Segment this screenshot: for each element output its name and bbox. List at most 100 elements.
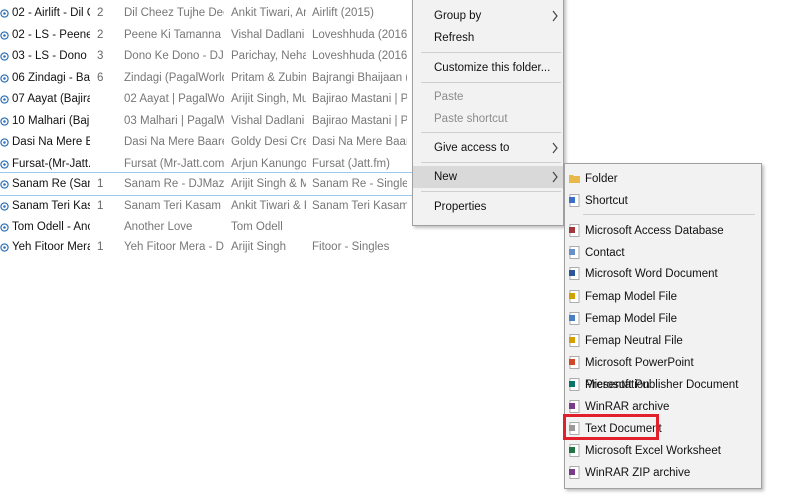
track-artist: Vishal Dadlani & Pal... (231, 29, 306, 41)
file-row[interactable]: Sanam Teri Kasam (... 1 Sanam Teri Kasam -… (0, 195, 420, 217)
track-title: Dil Cheez Tujhe Dedi - DJ... (124, 7, 224, 19)
track-number: 1 (97, 200, 104, 212)
track-album: Loveshhuda (2016) (312, 50, 407, 62)
track-album: Bajirao Mastani | Pag... (312, 115, 407, 127)
femap-model-icon (569, 290, 580, 303)
track-title: Dasi Na Mere Baare (DjPu... (124, 136, 224, 148)
file-row[interactable]: 07 Aayat (Bajirao M... 02 Aayat | PagalWo… (0, 88, 420, 110)
file-row[interactable]: Dasi Na Mere Baare... Dasi Na Mere Baare … (0, 131, 420, 153)
menu-separator (421, 162, 561, 163)
menu-item-new[interactable]: New (413, 166, 563, 188)
audio-file-icon (0, 201, 9, 211)
annotation-highlight-box (563, 414, 659, 440)
track-title: Yeh Fitoor Mera - DJMaza... (124, 241, 224, 253)
file-name-cell: 02 - Airlift - Dil Che... (0, 2, 90, 24)
track-album: Bajirao Mastani | Pag... (312, 93, 407, 105)
menu-item-label: Properties (434, 201, 487, 213)
track-title: 03 Malhari | PagalWorld.C (124, 115, 224, 127)
file-name: Sanam Teri Kasam (... (12, 200, 90, 212)
submenu-item-microsoft-excel-worksheet[interactable]: Microsoft Excel Worksheet (565, 440, 761, 462)
submenu-item-microsoft-access-database[interactable]: Microsoft Access Database (565, 220, 761, 242)
submenu-item-label: Femap Model File (585, 313, 678, 325)
file-row[interactable]: 02 - Airlift - Dil Che... 2 Dil Cheez Tujh… (0, 2, 420, 24)
submenu-item-shortcut[interactable]: Shortcut (565, 190, 761, 212)
file-row[interactable]: Sanam Re (Sanam R... 1 Sanam Re - DJMaza.I… (0, 172, 421, 196)
submenu-item-label: Femap Model File (585, 291, 678, 303)
submenu-item-label: Shortcut (585, 195, 628, 207)
submenu-item-folder[interactable]: Folder (565, 168, 761, 190)
shortcut-icon (569, 194, 580, 207)
track-number: 3 (97, 50, 104, 62)
track-artist: Vishal Dadlani | Pa... (231, 115, 306, 127)
audio-file-icon (0, 222, 9, 232)
file-name-cell: 10 Malhari (Bajirao ... (0, 110, 90, 132)
submenu-item-contact[interactable]: Contact (565, 242, 761, 264)
file-row[interactable]: Tom Odell - Anothe... Another Love Tom Ode… (0, 216, 420, 238)
file-name-cell: 03 - LS - Dono Ke D... (0, 45, 90, 67)
track-album: Sanam Re - Singles (312, 178, 407, 190)
menu-item-properties[interactable]: Properties (413, 196, 563, 218)
track-artist: Parichay, Neha Kak (231, 50, 306, 62)
file-name-cell: 02 - LS - Peene Ki Ta... (0, 24, 90, 46)
menu-separator (583, 214, 755, 215)
submenu-item-femap-model-file[interactable]: Femap Model File (565, 286, 761, 308)
submenu-item-microsoft-word-document[interactable]: Microsoft Word Document (565, 263, 761, 285)
publisher-icon (569, 378, 580, 391)
file-row[interactable]: 10 Malhari (Bajirao ... 03 Malhari | Paga… (0, 110, 420, 132)
menu-item-label: Paste shortcut (434, 113, 508, 125)
new-submenu: Folder Shortcut Microsoft Access Database C… (564, 163, 762, 489)
track-title: 02 Aayat | PagalWorld.Com (124, 93, 224, 105)
submenu-item-label: Femap Neutral File (585, 335, 683, 347)
menu-item-paste[interactable]: Paste (413, 86, 563, 108)
menu-item-refresh[interactable]: Refresh (413, 27, 563, 49)
track-title: Peene Ki Tamanna - DJMa... (124, 29, 224, 41)
submenu-item-femap-neutral-file[interactable]: Femap Neutral File (565, 330, 761, 352)
word-icon (569, 267, 580, 280)
file-name: 02 - Airlift - Dil Che... (12, 7, 90, 19)
chevron-right-icon (552, 10, 558, 22)
menu-item-label: Group by (434, 10, 482, 22)
audio-file-icon (0, 94, 9, 104)
file-name: Sanam Re (Sanam R... (12, 178, 90, 190)
file-row[interactable]: 03 - LS - Dono Ke D... 3 Dono Ke Dono - DJ… (0, 45, 420, 67)
track-artist: Pritam & Zubin Na... (231, 72, 306, 84)
file-name: 07 Aayat (Bajirao M... (12, 93, 90, 105)
file-row[interactable]: Fursat-(Mr-Jatt.com) Fursat (Mr-Jatt.com)… (0, 153, 420, 175)
track-artist: Arjun Kanungo (M... (231, 158, 306, 170)
file-name: 02 - LS - Peene Ki Ta... (12, 29, 90, 41)
file-name: Tom Odell - Anothe... (12, 221, 90, 233)
access-icon (569, 224, 580, 237)
menu-item-group-by[interactable]: Group by (413, 5, 563, 27)
audio-file-icon (0, 51, 9, 61)
powerpoint-icon (569, 356, 580, 369)
audio-file-icon (0, 30, 9, 40)
submenu-item-microsoft-publisher-document[interactable]: Microsoft Publisher Document (565, 374, 761, 396)
file-name-cell: Yeh Fitoor Mera (Fit... (0, 236, 90, 258)
menu-item-label: Paste (434, 91, 464, 103)
track-number: 1 (97, 241, 104, 253)
menu-item-label: Refresh (434, 32, 475, 44)
submenu-item-femap-model-file[interactable]: Femap Model File (565, 308, 761, 330)
track-number: 6 (97, 72, 104, 84)
menu-item-label: Give access to (434, 142, 510, 154)
file-name: 10 Malhari (Bajirao ... (12, 115, 90, 127)
menu-item-give-access[interactable]: Give access to (413, 137, 563, 159)
file-row[interactable]: 06 Zindagi - Bajiran... 6 Zindagi (PagalWo… (0, 67, 420, 89)
menu-item-customize-folder[interactable]: Customize this folder... (413, 57, 563, 79)
file-row[interactable]: 02 - LS - Peene Ki Ta... 2 Peene Ki Tamann… (0, 24, 420, 46)
track-title: Sanam Re - DJMaza.Info (124, 178, 224, 190)
menu-item-paste-shortcut[interactable]: Paste shortcut (413, 108, 563, 130)
folder-icon (569, 175, 580, 183)
file-name-cell: Fursat-(Mr-Jatt.com) (0, 153, 90, 175)
file-name: 03 - LS - Dono Ke D... (12, 50, 90, 62)
file-name-cell: Sanam Re (Sanam R... (0, 173, 90, 195)
submenu-item-microsoft-powerpoint-presentation[interactable]: Microsoft PowerPoint Presentation (565, 352, 761, 391)
file-row[interactable]: Yeh Fitoor Mera (Fit... 1 Yeh Fitoor Mera … (0, 236, 420, 258)
file-list: 02 - Airlift - Dil Che... 2 Dil Cheez Tujh… (0, 0, 421, 260)
file-name: Yeh Fitoor Mera (Fit... (12, 241, 90, 253)
track-title: Dono Ke Dono - DJMaza.I (124, 50, 224, 62)
menu-item-label: New (434, 171, 458, 183)
track-album: Bajrangi Bhaijaan (Pa... (312, 72, 407, 84)
submenu-item-winrar-zip-archive[interactable]: WinRAR ZIP archive (565, 462, 761, 484)
file-name-cell: 07 Aayat (Bajirao M... (0, 88, 90, 110)
